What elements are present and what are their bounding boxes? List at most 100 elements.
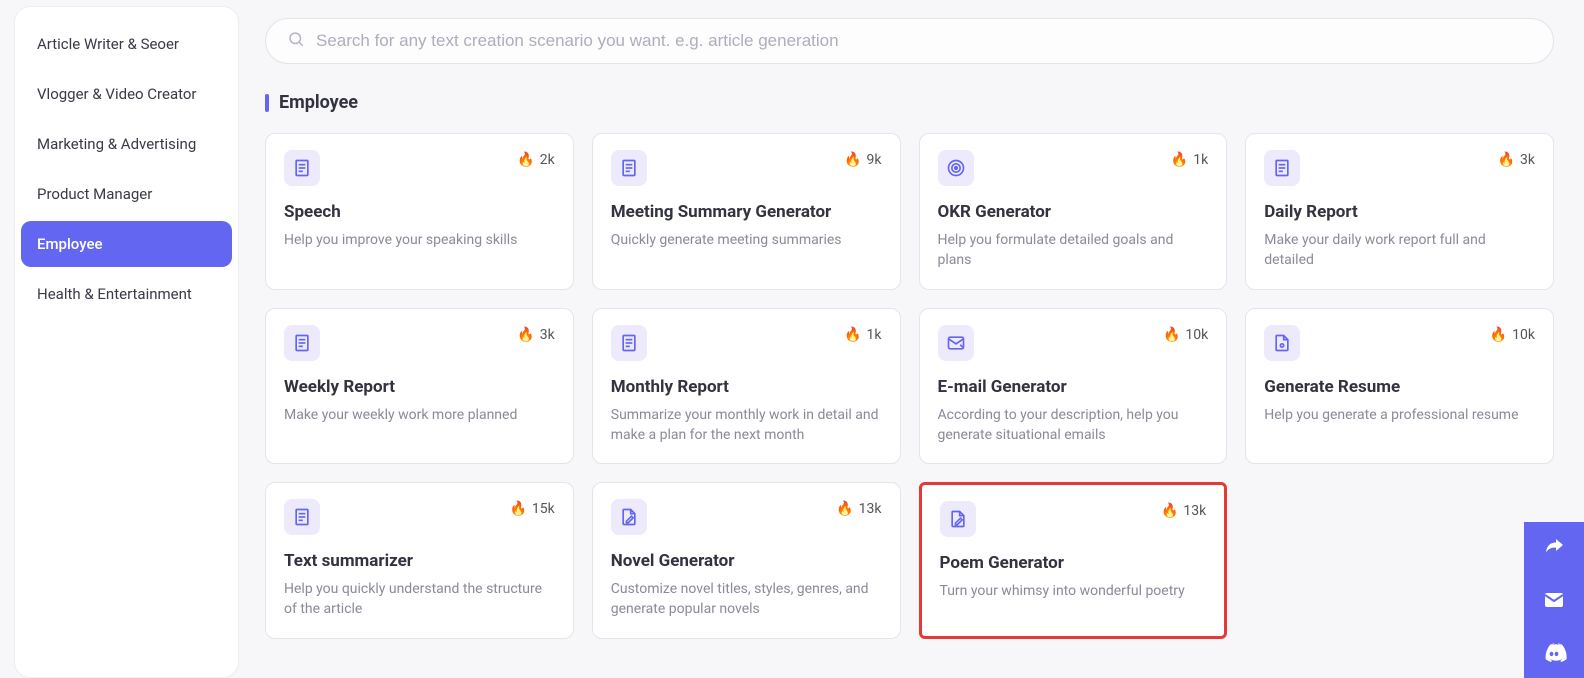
card-description: Help you improve your speaking skills	[284, 230, 555, 250]
sidebar-item-health[interactable]: Health & Entertainment	[21, 271, 232, 317]
card-description: Help you generate a professional resume	[1264, 405, 1535, 425]
card-title: Daily Report	[1264, 202, 1535, 222]
edit-icon	[940, 501, 976, 537]
card-top: 🔥 9k	[611, 150, 882, 186]
cards-grid: 🔥 2k Speech Help you improve your speaking …	[265, 133, 1554, 639]
heat-badge: 🔥 1k	[1171, 152, 1208, 168]
fire-icon: 🔥	[844, 327, 861, 343]
heat-badge: 🔥 2k	[517, 152, 554, 168]
file-icon	[1264, 325, 1300, 361]
fire-icon: 🔥	[517, 327, 534, 343]
card-e-mail-generator[interactable]: 🔥 10k E-mail Generator According to your de…	[919, 308, 1228, 465]
heat-value: 1k	[1193, 152, 1208, 168]
target-icon	[938, 150, 974, 186]
heat-value: 2k	[540, 152, 555, 168]
card-description: Quickly generate meeting summaries	[611, 230, 882, 250]
card-description: Make your weekly work more planned	[284, 405, 555, 425]
heat-badge: 🔥 13k	[836, 501, 881, 517]
discord-button[interactable]	[1524, 626, 1584, 678]
card-title: E-mail Generator	[938, 377, 1209, 397]
heat-badge: 🔥 10k	[1490, 327, 1535, 343]
heat-badge: 🔥 1k	[844, 327, 881, 343]
card-title: Generate Resume	[1264, 377, 1535, 397]
section-header: Employee	[265, 92, 1554, 113]
fire-icon: 🔥	[509, 501, 526, 517]
card-description: Help you quickly understand the structur…	[284, 579, 555, 620]
search-input[interactable]	[265, 18, 1554, 64]
heat-value: 10k	[1512, 327, 1535, 343]
fire-icon: 🔥	[1490, 327, 1507, 343]
doc-icon	[284, 150, 320, 186]
card-top: 🔥 1k	[611, 325, 882, 361]
heat-badge: 🔥 9k	[844, 152, 881, 168]
heat-value: 3k	[540, 327, 555, 343]
card-top: 🔥 13k	[940, 501, 1207, 537]
card-description: Make your daily work report full and det…	[1264, 230, 1535, 271]
card-top: 🔥 2k	[284, 150, 555, 186]
card-title: Text summarizer	[284, 551, 555, 571]
doc-icon	[611, 150, 647, 186]
card-generate-resume[interactable]: 🔥 10k Generate Resume Help you generate a p…	[1245, 308, 1554, 465]
heat-value: 1k	[867, 327, 882, 343]
doc-icon	[611, 325, 647, 361]
heat-badge: 🔥 3k	[517, 327, 554, 343]
sidebar-item-article-writer[interactable]: Article Writer & Seoer	[21, 21, 232, 67]
edit-icon	[611, 499, 647, 535]
search-wrap	[265, 18, 1554, 64]
card-title: Poem Generator	[940, 553, 1207, 573]
doc-icon	[1264, 150, 1300, 186]
heat-value: 13k	[859, 501, 882, 517]
card-text-summarizer[interactable]: 🔥 15k Text summarizer Help you quickly unde…	[265, 482, 574, 639]
heat-value: 9k	[867, 152, 882, 168]
doc-icon	[284, 325, 320, 361]
card-top: 🔥 10k	[938, 325, 1209, 361]
card-description: Help you formulate detailed goals and pl…	[938, 230, 1209, 271]
card-top: 🔥 15k	[284, 499, 555, 535]
card-poem-generator[interactable]: 🔥 13k Poem Generator Turn your whimsy into …	[919, 482, 1228, 639]
mail-icon	[938, 325, 974, 361]
section-accent-bar	[265, 94, 269, 112]
card-description: According to your description, help you …	[938, 405, 1209, 446]
card-monthly-report[interactable]: 🔥 1k Monthly Report Summarize your monthly …	[592, 308, 901, 465]
heat-value: 13k	[1183, 503, 1206, 519]
heat-badge: 🔥 15k	[509, 501, 554, 517]
heat-value: 15k	[532, 501, 555, 517]
heat-value: 10k	[1185, 327, 1208, 343]
card-novel-generator[interactable]: 🔥 13k Novel Generator Customize novel title…	[592, 482, 901, 639]
share-button[interactable]	[1524, 522, 1584, 574]
card-title: OKR Generator	[938, 202, 1209, 222]
sidebar-item-employee[interactable]: Employee	[21, 221, 232, 267]
fire-icon: 🔥	[1498, 152, 1515, 168]
heat-badge: 🔥 3k	[1498, 152, 1535, 168]
card-description: Turn your whimsy into wonderful poetry	[940, 581, 1207, 601]
fire-icon: 🔥	[1163, 327, 1180, 343]
card-title: Monthly Report	[611, 377, 882, 397]
card-title: Novel Generator	[611, 551, 882, 571]
mail-button[interactable]	[1524, 574, 1584, 626]
heat-value: 3k	[1520, 152, 1535, 168]
fire-icon: 🔥	[1171, 152, 1188, 168]
card-title: Weekly Report	[284, 377, 555, 397]
card-weekly-report[interactable]: 🔥 3k Weekly Report Make your weekly work mo…	[265, 308, 574, 465]
sidebar-item-vlogger[interactable]: Vlogger & Video Creator	[21, 71, 232, 117]
main-content: Employee 🔥 2k Speech Help you improve your …	[239, 0, 1584, 678]
card-okr-generator[interactable]: 🔥 1k OKR Generator Help you formulate detai…	[919, 133, 1228, 290]
section-title: Employee	[279, 92, 358, 113]
doc-icon	[284, 499, 320, 535]
card-description: Summarize your monthly work in detail an…	[611, 405, 882, 446]
sidebar-item-marketing[interactable]: Marketing & Advertising	[21, 121, 232, 167]
sidebar: Article Writer & Seoer Vlogger & Video C…	[14, 6, 239, 678]
card-speech[interactable]: 🔥 2k Speech Help you improve your speaking …	[265, 133, 574, 290]
card-description: Customize novel titles, styles, genres, …	[611, 579, 882, 620]
fire-icon: 🔥	[844, 152, 861, 168]
fire-icon: 🔥	[517, 152, 534, 168]
card-meeting-summary-generator[interactable]: 🔥9kMeeting Summary GeneratorQuickly gene…	[592, 133, 901, 290]
fire-icon: 🔥	[1161, 503, 1178, 519]
fire-icon: 🔥	[836, 501, 853, 517]
card-title: Speech	[284, 202, 555, 222]
card-top: 🔥 3k	[284, 325, 555, 361]
heat-badge: 🔥 13k	[1161, 503, 1206, 519]
sidebar-item-product-manager[interactable]: Product Manager	[21, 171, 232, 217]
heat-badge: 🔥 10k	[1163, 327, 1208, 343]
card-daily-report[interactable]: 🔥 3k Daily Report Make your daily work repo…	[1245, 133, 1554, 290]
